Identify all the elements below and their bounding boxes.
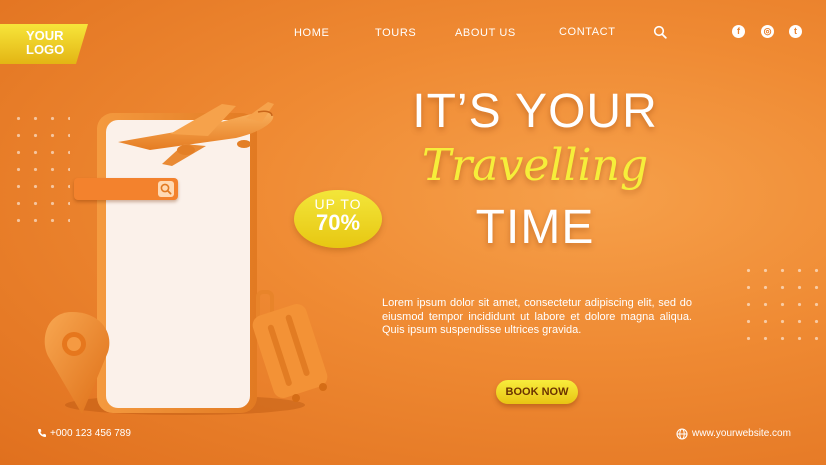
phone-icon: [38, 429, 46, 437]
nav-tours[interactable]: TOURS: [375, 27, 416, 39]
twitter-icon[interactable]: t: [789, 25, 802, 38]
magnifier-icon: [158, 181, 174, 197]
book-now-button[interactable]: BOOK NOW: [496, 380, 578, 404]
dot-pattern-right: [740, 262, 822, 344]
headline-line-3: TIME: [475, 201, 595, 254]
facebook-icon[interactable]: f: [732, 25, 745, 38]
search-icon[interactable]: [653, 25, 667, 39]
suitcase-illustration: [252, 290, 328, 402]
landing-page: YOUR LOGO HOME TOURS ABOUT US CONTACT f …: [0, 0, 826, 465]
travel-illustration: [44, 102, 328, 415]
headline-line-1: IT’S YOUR: [412, 85, 658, 138]
description-text: Lorem ipsum dolor sit amet, consectetur …: [382, 297, 692, 336]
nav-contact[interactable]: CONTACT: [559, 26, 616, 38]
illustration-search-bar: [74, 178, 178, 200]
headline-line-2: Travelling: [421, 140, 649, 191]
instagram-icon[interactable]: ◎: [761, 25, 774, 38]
badge-value: 70%: [315, 210, 361, 235]
website-link[interactable]: www.yourwebsite.com: [692, 428, 791, 439]
nav-about-us[interactable]: ABOUT US: [455, 27, 516, 39]
discount-badge: UP TO 70%: [294, 190, 382, 248]
globe-icon: [676, 428, 688, 440]
phone-number[interactable]: +000 123 456 789: [50, 428, 131, 439]
